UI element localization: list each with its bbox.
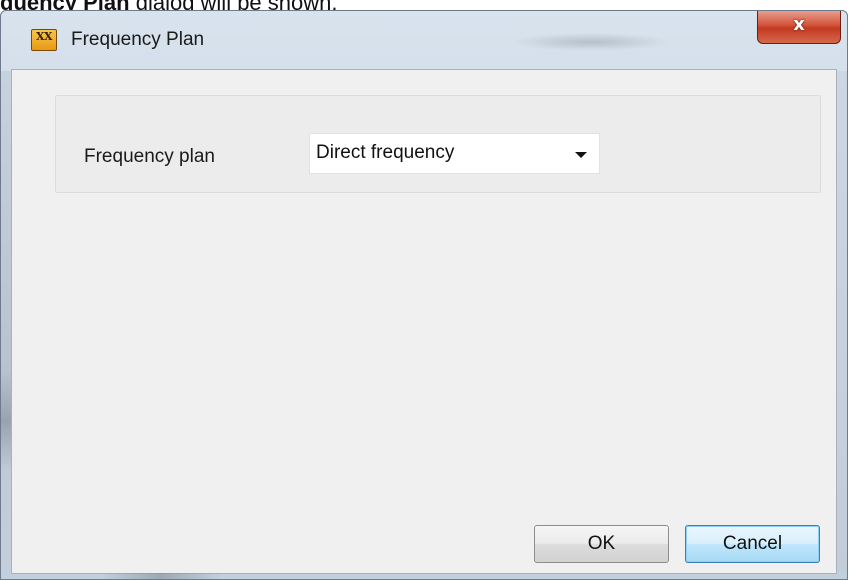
ok-button[interactable]: OK — [534, 525, 669, 563]
frequency-plan-select[interactable]: Direct frequency — [309, 133, 600, 174]
app-logo-icon: XX — [31, 29, 57, 51]
frequency-plan-dialog: XX Frequency Plan x Frequency plan Direc… — [0, 10, 848, 580]
frequency-plan-group: Frequency plan Direct frequency — [55, 95, 821, 193]
window-bottom-edge — [101, 573, 221, 579]
chevron-down-icon[interactable] — [575, 152, 587, 158]
titlebar-glass-reflection — [511, 33, 671, 51]
title-bar[interactable]: XX Frequency Plan x — [1, 11, 847, 71]
app-icon-text: XX — [35, 30, 53, 43]
frequency-plan-label: Frequency plan — [84, 146, 215, 167]
dialog-client-area: Frequency plan Direct frequency OK Cance… — [11, 69, 837, 574]
frequency-plan-selected-value: Direct frequency — [316, 142, 455, 163]
cancel-button[interactable]: Cancel — [685, 525, 820, 563]
window-title: Frequency Plan — [71, 29, 205, 50]
close-icon: x — [793, 14, 805, 35]
close-button[interactable]: x — [757, 11, 841, 44]
